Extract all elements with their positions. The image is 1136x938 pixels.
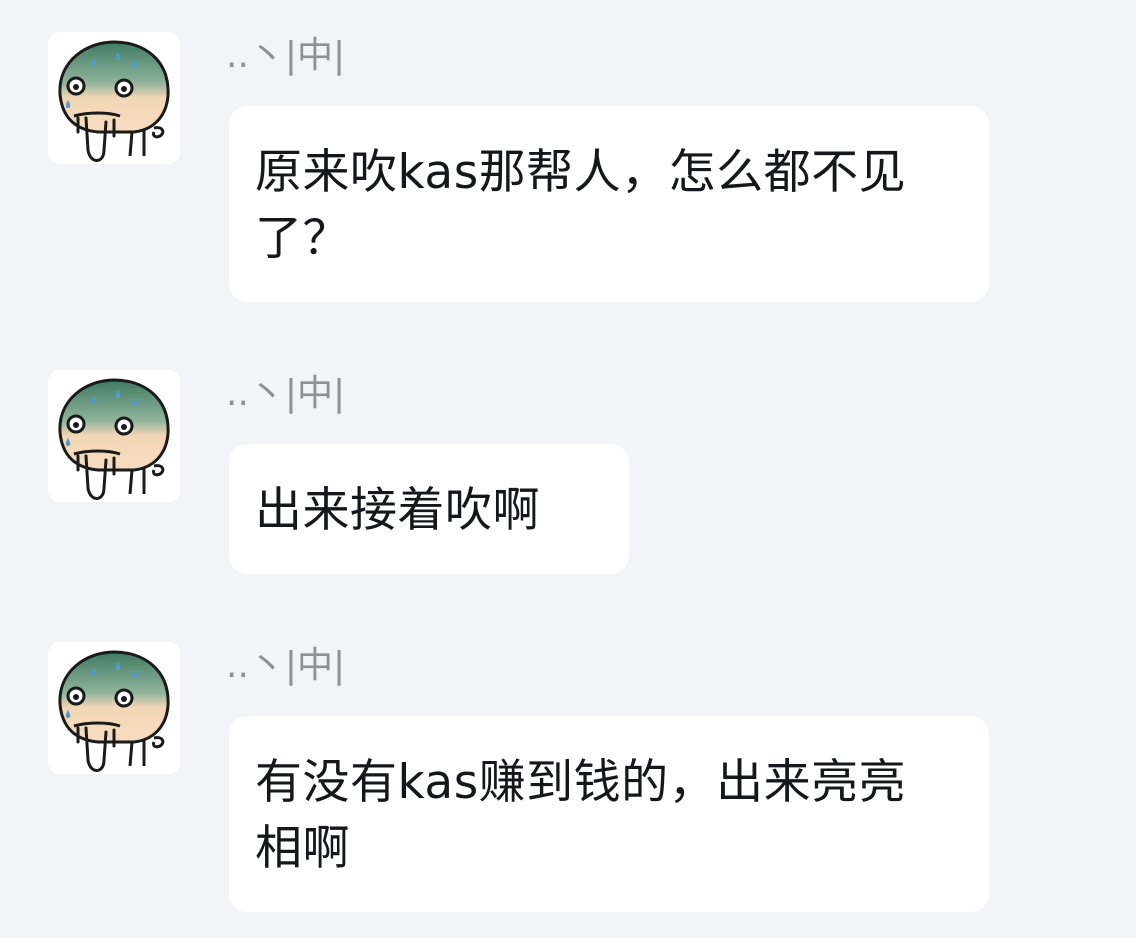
sweating-face-avatar-icon [48,32,180,164]
message-bubble[interactable]: 出来接着吹啊 [229,444,629,574]
sender-avatar[interactable] [48,32,180,164]
sender-name[interactable]: ..丶|中| [226,372,345,416]
message-text: 原来吹kas那帮人，怎么都不见了？ [255,145,907,266]
sweating-face-avatar-icon [48,642,180,774]
message-bubble[interactable]: 原来吹kas那帮人，怎么都不见了？ [229,106,989,302]
sender-name[interactable]: ..丶|中| [226,34,345,78]
message-bubble[interactable]: 有没有kas赚到钱的，出来亮亮相啊 [229,716,989,912]
sender-avatar[interactable] [48,370,180,502]
message-text: 有没有kas赚到钱的，出来亮亮相啊 [255,755,907,876]
sender-avatar[interactable] [48,642,180,774]
message-text: 出来接着吹啊 [255,483,540,538]
sender-name[interactable]: ..丶|中| [226,644,345,688]
sweating-face-avatar-icon [48,370,180,502]
